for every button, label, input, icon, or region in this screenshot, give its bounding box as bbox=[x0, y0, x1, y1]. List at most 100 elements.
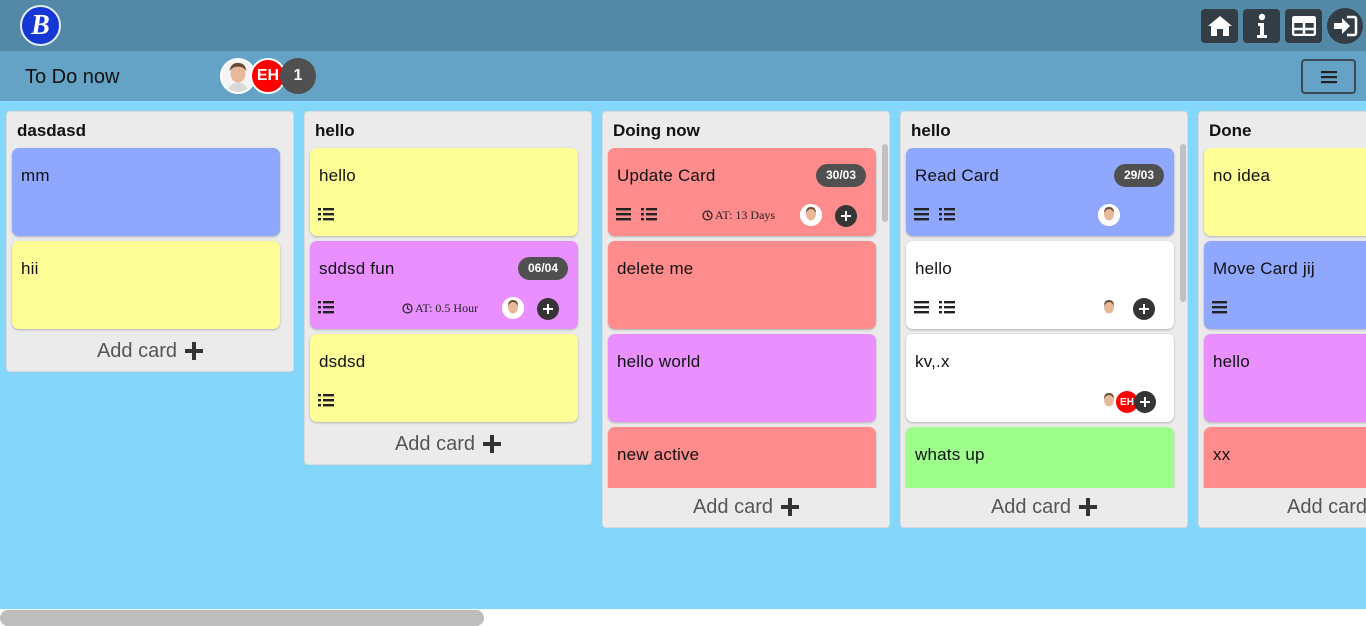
add-card-button[interactable]: Add card bbox=[603, 487, 889, 527]
card-scroll-area[interactable]: no idea Move Card jij hello xx bbox=[1199, 148, 1366, 488]
member-count-badge[interactable]: 1 bbox=[280, 58, 316, 94]
card-badges bbox=[318, 207, 334, 221]
plus-icon bbox=[543, 304, 553, 314]
list-title[interactable]: Done bbox=[1199, 112, 1366, 148]
home-icon bbox=[1207, 16, 1232, 36]
card-scroll-area[interactable]: Read Card 29/03 hello kv,.x EH whats up bbox=[901, 148, 1187, 488]
card-badges bbox=[318, 300, 334, 314]
home-button[interactable] bbox=[1201, 9, 1238, 43]
list-column: Doing now Update Card 30/03 AT: 13 Days bbox=[602, 111, 890, 528]
card-badges bbox=[914, 300, 955, 314]
plus-icon bbox=[1139, 304, 1149, 314]
plus-icon bbox=[781, 498, 800, 516]
card[interactable]: hello bbox=[310, 148, 578, 236]
checklist-icon bbox=[318, 208, 334, 221]
allotted-time-text: AT: 13 Days bbox=[715, 208, 776, 222]
add-card-button[interactable]: Add card bbox=[305, 424, 591, 464]
card[interactable]: mm bbox=[12, 148, 280, 236]
card-title: hello bbox=[915, 259, 952, 278]
app-logo[interactable]: B bbox=[20, 5, 61, 46]
add-member-button[interactable] bbox=[537, 298, 559, 320]
card-title: delete me bbox=[617, 259, 694, 278]
horizontal-scrollbar-thumb[interactable] bbox=[0, 610, 484, 626]
card-title: sddsd fun bbox=[319, 259, 395, 278]
card-member-avatar[interactable] bbox=[800, 204, 822, 226]
card[interactable]: Read Card 29/03 bbox=[906, 148, 1174, 236]
list-scrollbar[interactable] bbox=[1180, 144, 1186, 302]
card-scroll-area[interactable]: Update Card 30/03 AT: 13 Days delete me … bbox=[603, 148, 889, 488]
card-member-avatar[interactable] bbox=[1098, 297, 1120, 319]
horizontal-scrollbar-track[interactable] bbox=[0, 609, 1366, 626]
card[interactable]: Move Card jij bbox=[1204, 241, 1366, 329]
sign-in-icon bbox=[1334, 15, 1358, 37]
board-menu-button[interactable] bbox=[1301, 59, 1356, 94]
card-title: new active bbox=[617, 445, 700, 464]
list-title[interactable]: dasdasd bbox=[7, 112, 293, 148]
allotted-time: AT: 13 Days bbox=[702, 208, 775, 223]
dashboard-button[interactable] bbox=[1285, 9, 1322, 43]
card[interactable]: new active bbox=[608, 427, 876, 488]
description-icon bbox=[914, 208, 929, 221]
top-navbar: B bbox=[0, 0, 1366, 51]
add-card-button[interactable]: Add card bbox=[901, 487, 1187, 527]
list-column: hello hello sddsd fun 06/04 AT: 0.5 Hour bbox=[304, 111, 592, 465]
clock-icon bbox=[402, 303, 413, 314]
add-member-button[interactable] bbox=[835, 205, 857, 227]
list-column: Done no idea Move Card jij hello xx Add … bbox=[1198, 111, 1366, 528]
card[interactable]: kv,.x EH bbox=[906, 334, 1174, 422]
add-card-button[interactable]: Add card bbox=[1199, 487, 1366, 527]
list-scrollbar[interactable] bbox=[882, 144, 888, 222]
sign-in-button[interactable] bbox=[1327, 8, 1363, 44]
add-card-button[interactable]: Add card bbox=[7, 331, 293, 371]
card[interactable]: dsdsd bbox=[310, 334, 578, 422]
board-canvas: dasdasd mm hii Add card hello hello sdds… bbox=[0, 101, 1366, 609]
plus-icon bbox=[483, 435, 502, 453]
card-badges bbox=[914, 207, 955, 221]
checklist-icon bbox=[318, 301, 334, 314]
card[interactable]: hello bbox=[906, 241, 1174, 329]
add-member-button[interactable] bbox=[1134, 391, 1156, 413]
card-member-avatar[interactable] bbox=[502, 297, 524, 319]
add-card-label: Add card bbox=[394, 432, 476, 455]
list-title[interactable]: hello bbox=[901, 112, 1187, 148]
plus-icon bbox=[1079, 498, 1098, 516]
add-card-label: Add card bbox=[1287, 495, 1366, 518]
due-date-badge: 06/04 bbox=[517, 257, 568, 280]
list-title[interactable]: hello bbox=[305, 112, 591, 148]
hamburger-icon bbox=[1320, 70, 1337, 83]
card[interactable]: hello bbox=[1204, 334, 1366, 422]
description-icon bbox=[616, 208, 631, 221]
card[interactable]: whats up bbox=[906, 427, 1174, 488]
due-date-badge: 29/03 bbox=[1113, 164, 1164, 187]
member-initials: EH bbox=[256, 67, 280, 84]
checklist-icon bbox=[641, 208, 657, 221]
member-count: 1 bbox=[293, 67, 303, 84]
card[interactable]: delete me bbox=[608, 241, 876, 329]
user-face-icon bbox=[502, 297, 524, 319]
user-face-icon bbox=[1098, 297, 1120, 319]
add-card-label: Add card bbox=[692, 495, 774, 518]
info-button[interactable] bbox=[1243, 9, 1280, 43]
card-badges bbox=[1212, 300, 1227, 314]
card[interactable]: hii bbox=[12, 241, 280, 329]
card[interactable]: sddsd fun 06/04 AT: 0.5 Hour bbox=[310, 241, 578, 329]
card[interactable]: hello world bbox=[608, 334, 876, 422]
description-icon bbox=[914, 301, 929, 314]
allotted-time-text: AT: 0.5 Hour bbox=[415, 301, 479, 315]
card-badges bbox=[318, 393, 334, 407]
card-title: whats up bbox=[915, 445, 985, 464]
card[interactable]: xx bbox=[1204, 427, 1366, 488]
dashboard-icon bbox=[1291, 16, 1316, 36]
add-member-button[interactable] bbox=[1133, 298, 1155, 320]
board-title[interactable]: To Do now bbox=[25, 66, 120, 89]
due-date-badge: 30/03 bbox=[815, 164, 866, 187]
card[interactable]: Update Card 30/03 AT: 13 Days bbox=[608, 148, 876, 236]
user-face-icon bbox=[1098, 204, 1120, 226]
card-title: Move Card jij bbox=[1213, 259, 1315, 278]
card-title: no idea bbox=[1213, 166, 1271, 185]
card[interactable]: no idea bbox=[1204, 148, 1366, 236]
clock-icon bbox=[702, 210, 713, 221]
list-title[interactable]: Doing now bbox=[603, 112, 889, 148]
add-card-label: Add card bbox=[990, 495, 1072, 518]
card-member-avatar[interactable] bbox=[1098, 204, 1120, 226]
